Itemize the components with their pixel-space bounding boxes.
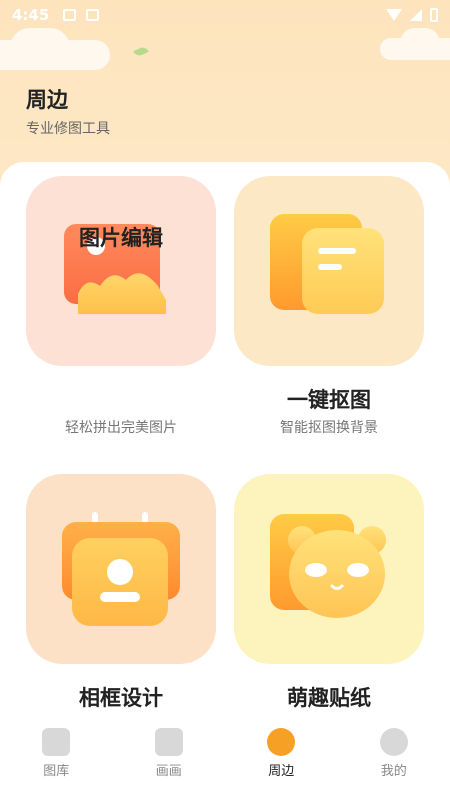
cloud-right-puff [400,28,440,58]
tab-draw-label: 画画 [155,764,182,779]
frame-design-card[interactable] [26,474,216,664]
bottom-tab-bar: 图库 画画 周边 我的 [0,722,450,800]
frame-design-title: 相框设计 [79,686,163,710]
cloud-left-puff [10,28,70,68]
tab-draw[interactable]: 画画 [113,722,226,800]
page-title: 周边 [26,88,68,112]
gallery-icon [42,728,71,756]
image-edit-title: 图片编辑 [79,226,163,250]
cutout-title: 一键抠图 [287,388,371,412]
profile-icon [379,728,408,756]
image-edit-card[interactable] [26,176,216,366]
stickers-card[interactable] [234,474,424,664]
tab-gallery-label: 图库 [43,764,70,779]
page-subtitle: 专业修图工具 [26,121,110,137]
frame-design-icon [62,512,180,626]
wifi-icon [386,9,402,21]
image-edit-subtitle: 轻松拼出完美图片 [65,420,177,436]
tab-profile-label: 我的 [380,764,407,779]
tab-gallery[interactable]: 图库 [0,722,113,800]
tab-profile[interactable]: 我的 [338,722,450,800]
cutout-card[interactable] [234,176,424,366]
draw-icon [154,728,183,756]
battery-icon [430,8,438,22]
cutout-subtitle: 智能抠图换背景 [280,420,378,436]
app-notification-icon [86,9,100,21]
status-time: 4:45 [12,6,50,24]
tab-peripheral[interactable]: 周边 [225,722,338,800]
palette-icon [267,728,296,756]
image-notification-icon [63,9,77,21]
stickers-title: 萌趣贴纸 [287,686,371,710]
bear-sticker-icon [270,514,386,618]
cutout-icon [270,214,384,314]
tab-peripheral-label: 周边 [268,764,295,779]
signal-icon [410,9,422,21]
image-edit-icon [64,224,166,314]
status-bar: 4:45 [0,0,450,30]
